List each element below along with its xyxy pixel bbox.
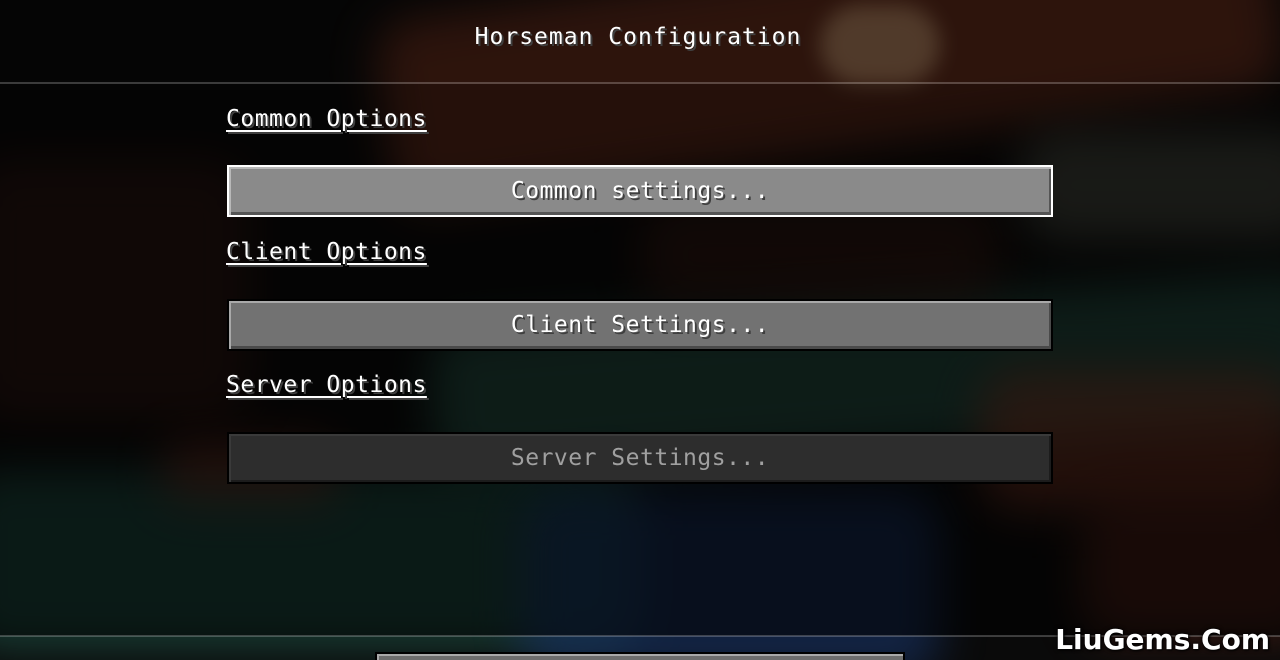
watermark-logo: LiuGems.Com (1055, 623, 1270, 656)
client-settings-button[interactable]: Client Settings... (227, 299, 1053, 351)
common-options-label: Common Options (226, 106, 427, 132)
client-options-label: Client Options (226, 239, 427, 265)
header-divider (0, 82, 1280, 84)
server-options-label: Server Options (226, 372, 427, 398)
common-settings-button[interactable]: Common settings... (227, 165, 1053, 217)
config-screen: Horseman Configuration Common Options Co… (0, 0, 1280, 660)
done-button[interactable] (375, 652, 905, 660)
screen-title: Horseman Configuration (474, 24, 802, 50)
server-settings-button-disabled: Server Settings... (227, 432, 1053, 484)
